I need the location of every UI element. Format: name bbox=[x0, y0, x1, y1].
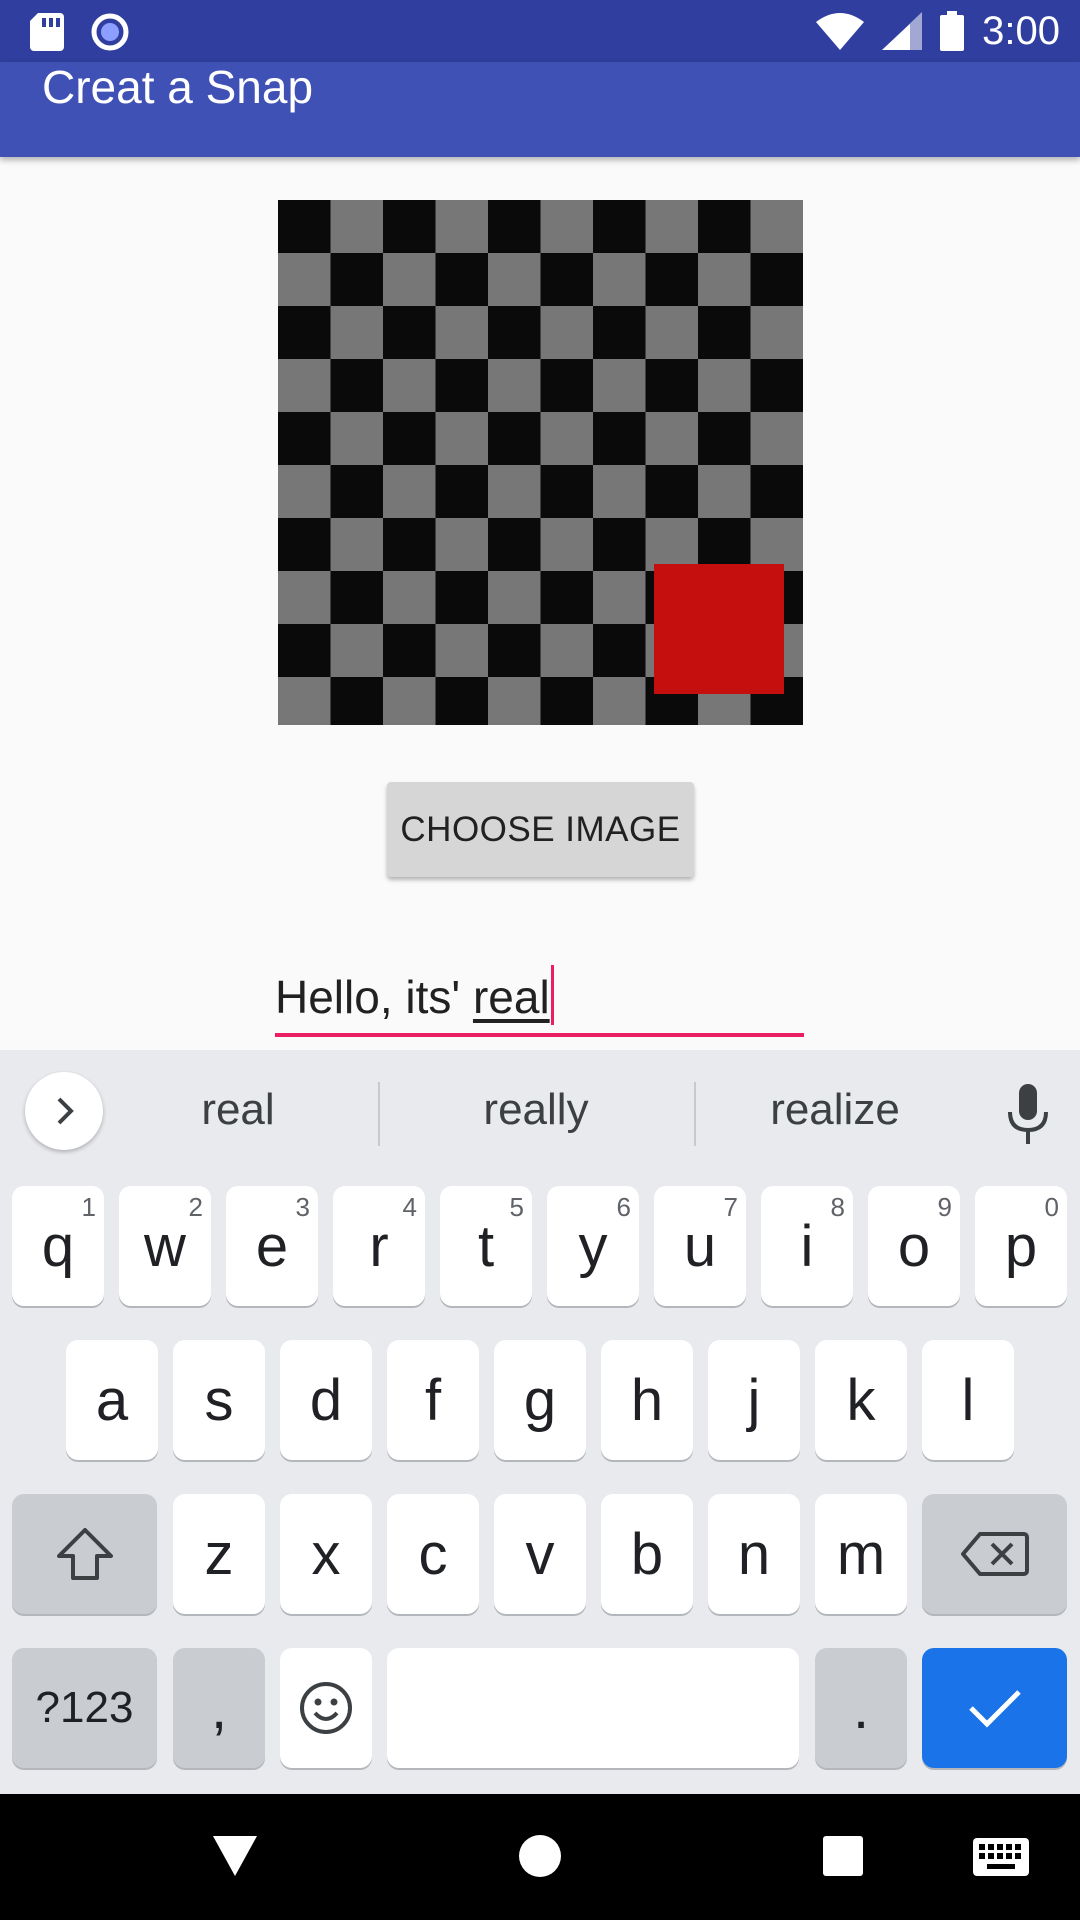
signal-icon bbox=[882, 12, 923, 50]
typed-text: Hello, its' bbox=[275, 971, 473, 1023]
key-label: q bbox=[41, 1213, 75, 1279]
key-t[interactable]: t5 bbox=[440, 1186, 532, 1306]
key-y[interactable]: y6 bbox=[547, 1186, 639, 1306]
text-cursor bbox=[550, 965, 554, 1025]
keyboard-switch-icon[interactable] bbox=[973, 1838, 1029, 1876]
back-icon[interactable] bbox=[213, 1836, 257, 1876]
key-p[interactable]: p0 bbox=[975, 1186, 1067, 1306]
status-left-icons bbox=[30, 12, 130, 52]
key-u[interactable]: u7 bbox=[654, 1186, 746, 1306]
key-label: o bbox=[897, 1213, 931, 1279]
key-h[interactable]: h bbox=[601, 1340, 693, 1460]
key-n[interactable]: n bbox=[708, 1494, 800, 1614]
key-q[interactable]: q1 bbox=[12, 1186, 104, 1306]
key-hint: 1 bbox=[81, 1192, 96, 1222]
sd-card-icon bbox=[30, 13, 64, 51]
key-hint: 5 bbox=[509, 1192, 524, 1222]
key-label: r bbox=[369, 1213, 389, 1279]
key-f[interactable]: f bbox=[387, 1340, 479, 1460]
period-key[interactable]: . bbox=[815, 1648, 907, 1768]
wifi-icon bbox=[816, 13, 865, 50]
battery-icon bbox=[940, 11, 965, 51]
sync-circle-icon bbox=[91, 13, 129, 51]
key-k[interactable]: k bbox=[815, 1340, 907, 1460]
key-e[interactable]: e3 bbox=[226, 1186, 318, 1306]
key-label: w bbox=[144, 1213, 186, 1279]
key-hint: 0 bbox=[1044, 1192, 1059, 1222]
expand-toolbar-button[interactable] bbox=[25, 1072, 103, 1150]
key-x[interactable]: x bbox=[280, 1494, 372, 1614]
suggestion-3[interactable]: realize bbox=[705, 1080, 965, 1140]
key-label: i bbox=[800, 1213, 814, 1279]
page-title: Creat a Snap bbox=[42, 61, 314, 113]
suggestion-divider bbox=[378, 1082, 380, 1146]
app-bar: Creat a Snap bbox=[0, 62, 1080, 157]
chevron-right-icon bbox=[57, 1097, 74, 1125]
comma-key[interactable]: , bbox=[173, 1648, 265, 1768]
recents-icon[interactable] bbox=[823, 1836, 863, 1876]
key-hint: 3 bbox=[295, 1192, 310, 1222]
key-label: y bbox=[578, 1213, 608, 1279]
message-input[interactable]: Hello, its' real bbox=[275, 955, 804, 1037]
key-o[interactable]: o9 bbox=[868, 1186, 960, 1306]
key-m[interactable]: m bbox=[815, 1494, 907, 1614]
done-key[interactable] bbox=[922, 1648, 1067, 1768]
microphone-icon[interactable] bbox=[1000, 1082, 1056, 1146]
home-icon[interactable] bbox=[518, 1834, 562, 1878]
key-r[interactable]: r4 bbox=[333, 1186, 425, 1306]
key-label: t bbox=[477, 1213, 495, 1279]
key-d[interactable]: d bbox=[280, 1340, 372, 1460]
key-hint: 7 bbox=[723, 1192, 738, 1222]
key-label: u bbox=[683, 1213, 717, 1279]
backspace-icon bbox=[960, 1532, 1029, 1576]
key-hint: 9 bbox=[937, 1192, 952, 1222]
shift-arrow-icon bbox=[56, 1528, 113, 1580]
navigation-bar bbox=[0, 1794, 1080, 1920]
emoji-icon bbox=[300, 1682, 352, 1734]
key-v[interactable]: v bbox=[494, 1494, 586, 1614]
message-input-text: Hello, its' real bbox=[275, 965, 554, 1025]
space-key[interactable] bbox=[387, 1648, 799, 1768]
key-i[interactable]: i8 bbox=[761, 1186, 853, 1306]
suggestion-1[interactable]: real bbox=[108, 1080, 368, 1140]
checkmark-icon bbox=[968, 1690, 1021, 1728]
symbols-key[interactable]: ?123 bbox=[12, 1648, 157, 1768]
composing-text: real bbox=[472, 971, 550, 1023]
key-label: e bbox=[255, 1213, 289, 1279]
suggestion-strip: real really realize bbox=[0, 1050, 1080, 1170]
key-b[interactable]: b bbox=[601, 1494, 693, 1614]
key-label: p bbox=[1004, 1213, 1038, 1279]
suggestion-divider bbox=[694, 1082, 696, 1146]
shift-key[interactable] bbox=[12, 1494, 157, 1614]
choose-image-button[interactable]: CHOOSE IMAGE bbox=[387, 782, 694, 877]
key-z[interactable]: z bbox=[173, 1494, 265, 1614]
image-preview bbox=[278, 200, 803, 725]
soft-keyboard: real really realize q1 w2 e3 r4 t5 y6 u7… bbox=[0, 1050, 1080, 1794]
key-hint: 4 bbox=[402, 1192, 417, 1222]
emoji-key[interactable] bbox=[280, 1648, 372, 1768]
key-hint: 6 bbox=[616, 1192, 631, 1222]
image-red-square bbox=[654, 564, 784, 694]
key-hint: 8 bbox=[830, 1192, 845, 1222]
key-j[interactable]: j bbox=[708, 1340, 800, 1460]
status-clock: 3:00 bbox=[982, 9, 1060, 53]
status-right-icons: 3:00 bbox=[816, 8, 1060, 54]
key-w[interactable]: w2 bbox=[119, 1186, 211, 1306]
key-a[interactable]: a bbox=[66, 1340, 158, 1460]
suggestion-2[interactable]: really bbox=[406, 1080, 666, 1140]
key-g[interactable]: g bbox=[494, 1340, 586, 1460]
backspace-key[interactable] bbox=[922, 1494, 1067, 1614]
status-bar: 3:00 bbox=[0, 0, 1080, 62]
key-s[interactable]: s bbox=[173, 1340, 265, 1460]
key-hint: 2 bbox=[188, 1192, 203, 1222]
key-c[interactable]: c bbox=[387, 1494, 479, 1614]
key-l[interactable]: l bbox=[922, 1340, 1014, 1460]
